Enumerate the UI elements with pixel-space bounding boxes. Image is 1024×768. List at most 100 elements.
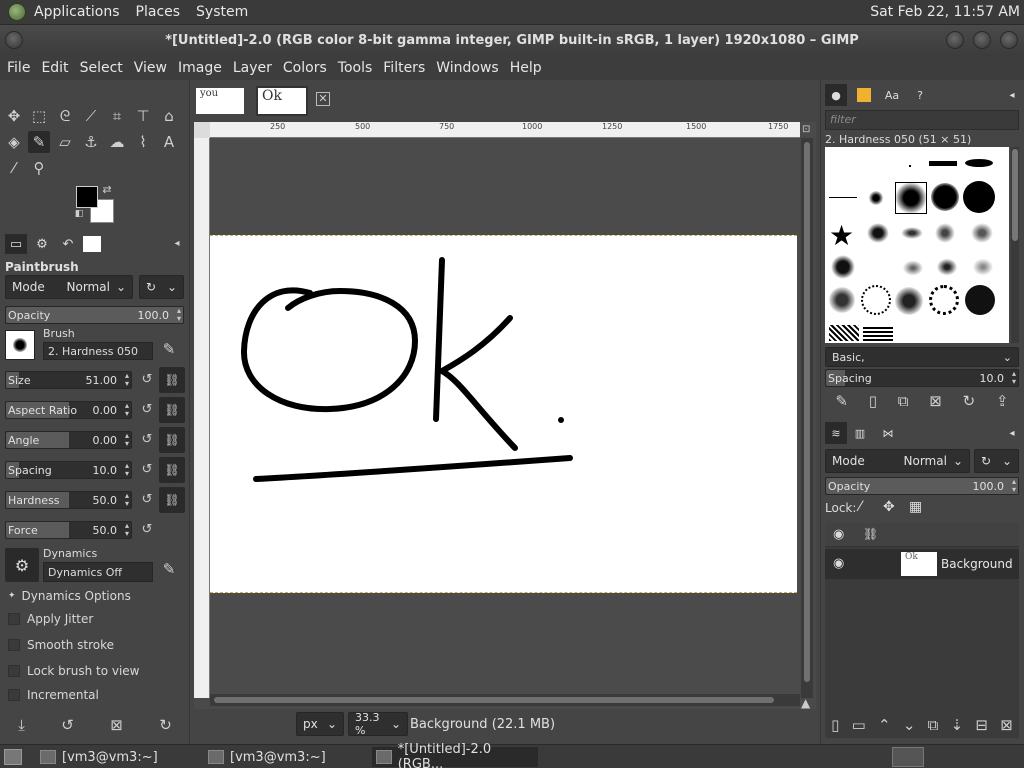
vertical-ruler[interactable] (194, 138, 210, 698)
save-options-icon[interactable]: ⤓ (18, 716, 25, 734)
dock-menu-icon[interactable]: ◂ (1001, 84, 1023, 106)
edit-brush-icon[interactable]: ✎ (158, 338, 180, 360)
lasso-tool-icon[interactable]: ᘓ (54, 105, 76, 127)
fuzzy-select-tool-icon[interactable]: ⟋ (80, 105, 102, 127)
brush-cell[interactable] (971, 257, 995, 277)
brush-cell[interactable] (861, 285, 891, 315)
spacing-slider[interactable]: Spacing 10.0 ▴ ▾ (5, 461, 132, 479)
brush-cell[interactable] (929, 285, 959, 315)
menu-view[interactable]: View (134, 60, 167, 76)
reset-size-icon[interactable]: ↺ (139, 372, 155, 388)
minimize-button[interactable] (946, 31, 964, 49)
brush-cell[interactable] (929, 161, 957, 166)
zoom-fit-icon[interactable]: ⊡ (802, 124, 814, 136)
brush-cell[interactable] (831, 255, 855, 279)
menu-system[interactable]: System (196, 4, 248, 20)
layer-row-background[interactable]: ◉ Ok Background (825, 549, 1019, 579)
reset-hardness-icon[interactable]: ↺ (139, 492, 155, 508)
menu-edit[interactable]: Edit (41, 60, 68, 76)
image-tab-1[interactable]: you (194, 86, 246, 116)
refresh-brushes-icon[interactable]: ↻ (963, 392, 976, 410)
lock-position-icon[interactable]: ✥ (883, 499, 895, 515)
menu-file[interactable]: File (7, 60, 30, 76)
mode-reset-select[interactable]: ↻ ⌄ (139, 275, 184, 299)
incremental-checkbox[interactable]: Incremental (8, 688, 99, 702)
new-brush-icon[interactable]: ▯ (869, 392, 877, 410)
undo-history-tab-icon[interactable]: ↶ (57, 234, 79, 254)
menu-image[interactable]: Image (178, 60, 222, 76)
edit-brush-icon[interactable]: ✎ (835, 392, 848, 410)
paintbrush-tool-icon[interactable]: ✎ (28, 131, 50, 153)
menu-places[interactable]: Places (136, 4, 181, 20)
patterns-tab-icon[interactable] (853, 84, 875, 106)
image-tab-2[interactable]: Ok (256, 86, 308, 116)
layer-opacity-slider[interactable]: Opacity 100.0 ▴ ▾ (825, 477, 1019, 495)
link-angle-icon[interactable]: ⛓ (159, 427, 185, 453)
scrollbar-thumb[interactable] (804, 142, 810, 682)
spin-arrows-icon[interactable]: ▴ ▾ (177, 307, 181, 323)
eye-icon[interactable]: ◉ (833, 556, 844, 571)
brush-cell[interactable] (965, 159, 993, 167)
vertical-scrollbar[interactable] (801, 138, 813, 698)
text-tool-icon[interactable]: A (158, 131, 180, 153)
reset-force-icon[interactable]: ↺ (139, 522, 155, 538)
layers-tab-icon[interactable]: ≋ (825, 422, 847, 444)
apply-jitter-checkbox[interactable]: Apply Jitter (8, 612, 93, 626)
menu-filters[interactable]: Filters (383, 60, 425, 76)
brush-cell[interactable] (863, 325, 893, 341)
brush-name-field[interactable]: 2. Hardness 050 (43, 342, 153, 360)
taskbar-terminal-1[interactable]: [vm3@vm3:~] (36, 747, 196, 767)
taskbar-gimp[interactable]: *[Untitled]-2.0 (RGB... (372, 742, 538, 768)
lower-layer-icon[interactable]: ⌄ (903, 716, 916, 734)
show-desktop-icon[interactable] (4, 749, 22, 765)
brush-cell[interactable]: ★ (829, 219, 854, 252)
layer-mode-select[interactable]: Mode Normal ⌄ (825, 449, 970, 473)
brush-cell[interactable] (867, 223, 889, 243)
brush-cell-selected[interactable] (895, 182, 927, 214)
help-tab-icon[interactable]: ? (909, 84, 931, 106)
unit-select[interactable]: px ⌄ (296, 712, 344, 736)
brush-cell[interactable] (965, 285, 995, 315)
brush-cell[interactable] (963, 181, 995, 213)
dynamics-field[interactable]: Dynamics Off (43, 562, 153, 582)
opacity-slider[interactable]: Opacity 100.0 ▴ ▾ (5, 306, 184, 324)
delete-options-icon[interactable]: ⊠ (110, 716, 123, 734)
device-status-tab-icon[interactable]: ⚙ (31, 234, 53, 254)
raise-layer-icon[interactable]: ⌃ (878, 716, 891, 734)
bucket-fill-tool-icon[interactable]: ◈ (3, 131, 25, 153)
brush-cell[interactable] (971, 223, 993, 243)
navigate-icon[interactable]: ▲ (801, 696, 813, 710)
link-size-icon[interactable]: ⛓ (159, 367, 185, 393)
move-tool-icon[interactable]: ✥ (3, 105, 25, 127)
menu-layer[interactable]: Layer (233, 60, 272, 76)
hardness-slider[interactable]: Hardness 50.0 ▴ ▾ (5, 491, 132, 509)
brush-grid-scrollbar[interactable] (1011, 147, 1019, 343)
foreground-color-swatch[interactable] (76, 186, 98, 208)
quick-mask-toggle[interactable] (194, 122, 210, 138)
transform-tool-icon[interactable]: ⊤ (132, 105, 154, 127)
channels-tab-icon[interactable]: ▥ (849, 422, 871, 444)
spin-arrows-icon[interactable]: ▴ ▾ (125, 402, 129, 418)
spin-arrows-icon[interactable]: ▴ ▾ (1012, 370, 1016, 386)
duplicate-layer-icon[interactable]: ⧉ (928, 716, 939, 734)
canvas[interactable] (210, 138, 800, 698)
tool-options-tab-icon[interactable]: ▭ (5, 234, 27, 254)
brush-cell[interactable] (935, 257, 959, 277)
brush-cell[interactable] (829, 287, 855, 313)
link-aspect-icon[interactable]: ⛓ (159, 397, 185, 423)
spin-arrows-icon[interactable]: ▴ ▾ (1012, 478, 1016, 494)
menu-tools[interactable]: Tools (338, 60, 373, 76)
fonts-tab-icon[interactable]: Aa (881, 84, 903, 106)
zoom-tool-icon[interactable]: ⚲ (28, 157, 50, 179)
swap-colors-icon[interactable]: ⇄ (100, 182, 114, 196)
brush-cell[interactable] (901, 259, 925, 277)
reset-aspect-icon[interactable]: ↺ (139, 402, 155, 418)
aspect-ratio-slider[interactable]: Aspect Ratio 0.00 ▴ ▾ (5, 401, 132, 419)
brush-preview[interactable] (5, 330, 35, 360)
horizontal-ruler[interactable]: 250 500 750 1000 1250 1500 1750 (210, 122, 800, 138)
spin-arrows-icon[interactable]: ▴ ▾ (125, 432, 129, 448)
reset-options-icon[interactable]: ↻ (159, 716, 172, 734)
brush-to-image-icon[interactable]: ⇪ (996, 392, 1009, 410)
smudge-tool-icon[interactable]: ☁ (106, 131, 128, 153)
duplicate-brush-icon[interactable]: ⧉ (898, 392, 909, 410)
